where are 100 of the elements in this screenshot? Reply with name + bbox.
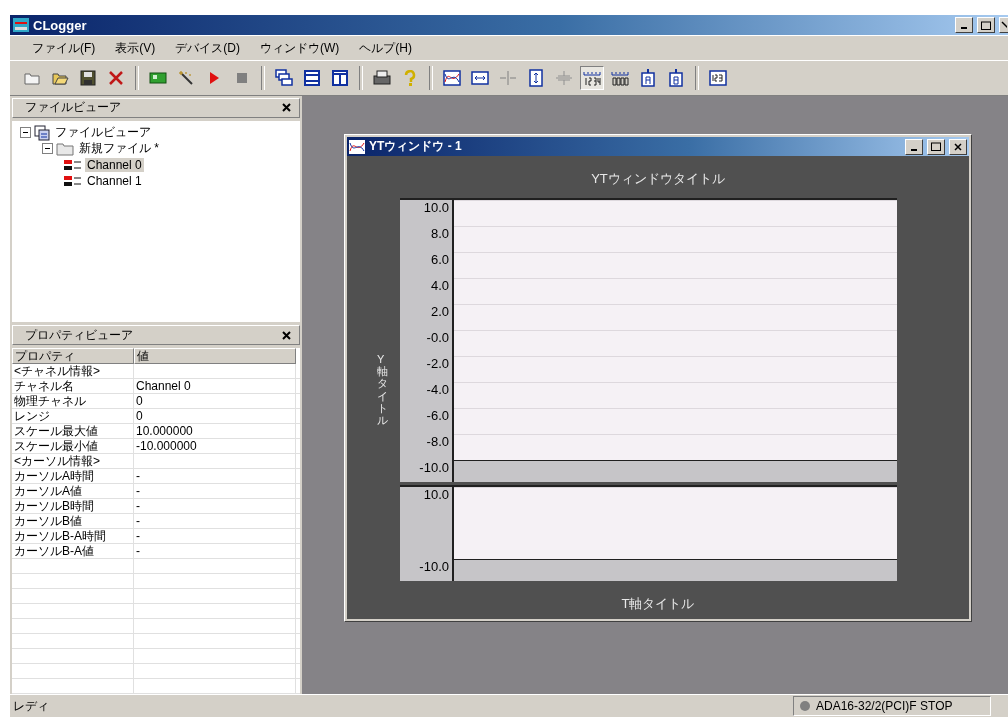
channel-icon	[64, 174, 82, 187]
table-cell: -	[134, 469, 296, 483]
menu-item[interactable]: ヘルプ(H)	[351, 37, 420, 59]
play-icon	[207, 70, 221, 86]
collapse-toggle[interactable]	[20, 127, 31, 139]
save-icon	[80, 70, 96, 86]
help-icon	[403, 70, 417, 86]
table-cell: Channel 0	[134, 379, 296, 393]
close-icon	[954, 142, 962, 151]
tick-label: 2.0	[400, 304, 454, 330]
status-message: レディ	[12, 697, 50, 715]
vertical-arrows-icon	[528, 69, 544, 87]
table-cell: カーソルB時間	[12, 499, 134, 513]
close-icon[interactable]	[282, 103, 291, 113]
collapse-toggle[interactable]	[42, 143, 53, 155]
table-cell: チャネル名	[12, 379, 134, 393]
maximize-button[interactable]	[977, 17, 995, 33]
table-cell: -	[134, 544, 296, 558]
tree-item[interactable]: ファイルビューア	[53, 124, 153, 142]
tick-label: -6.0	[400, 408, 454, 434]
tick-label: -0.0	[400, 330, 454, 356]
channel-icon	[64, 158, 82, 171]
table-cell: 0	[134, 394, 296, 408]
minimize-button[interactable]	[955, 17, 973, 33]
status-dot	[800, 701, 810, 711]
maximize-button[interactable]	[927, 138, 945, 155]
numeric-display-icon	[709, 70, 727, 86]
menu-item[interactable]: 表示(V)	[107, 37, 164, 59]
zero-ruler-icon	[611, 70, 629, 86]
blank-page-icon	[23, 70, 41, 86]
tick-label: -2.0	[400, 356, 454, 382]
minimize-icon	[911, 148, 917, 151]
tick-label: -4.0	[400, 382, 454, 408]
cascade-windows-icon	[275, 69, 293, 87]
close-button[interactable]	[949, 138, 967, 155]
table-cell: -	[134, 514, 296, 528]
table-cell: -	[134, 529, 296, 543]
tree-item[interactable]: 新規ファイル *	[77, 140, 161, 158]
folder-icon	[56, 141, 74, 156]
close-icon[interactable]	[282, 330, 291, 340]
digit-ruler-button[interactable]	[580, 66, 604, 90]
column-header[interactable]: 値	[134, 348, 296, 364]
tick-label: 4.0	[400, 278, 454, 304]
app-icon	[13, 18, 29, 32]
table-cell: カーソルB-A時間	[12, 529, 134, 543]
maximize-icon	[981, 20, 991, 30]
menu-item[interactable]: ファイル(F)	[24, 37, 104, 59]
table-cell: <カーソル情報>	[12, 454, 134, 468]
tick-label: 8.0	[400, 226, 454, 252]
tick-label: -10.0	[400, 460, 454, 482]
waveform-icon	[349, 139, 365, 154]
table-cell: -10.000000	[134, 439, 296, 453]
table-cell: <チャネル情報>	[12, 364, 134, 378]
maximize-icon	[931, 142, 941, 151]
table-cell: スケール最小値	[12, 439, 134, 453]
table-cell: 物理チャネル	[12, 394, 134, 408]
tick-label: 10.0	[400, 487, 454, 559]
menu-item[interactable]: ウィンドウ(W)	[252, 37, 348, 59]
horizontal-arrows-icon	[471, 70, 489, 86]
panel-title: プロパティビューア	[25, 326, 133, 344]
table-cell: 10.000000	[134, 424, 296, 438]
cursor-a-icon	[641, 69, 655, 87]
table-cell: カーソルB値	[12, 514, 134, 528]
menu-item[interactable]: デバイス(D)	[167, 37, 248, 59]
table-cell: レンジ	[12, 409, 134, 423]
magic-wand-icon	[178, 70, 194, 86]
panel-title: ファイルビューア	[25, 99, 121, 117]
tree-item[interactable]: Channel 1	[85, 173, 144, 188]
vertical-tile-icon	[332, 70, 348, 86]
vertical-shrink-icon	[555, 70, 573, 86]
stop-icon	[235, 71, 249, 85]
axis-title: T軸タイトル	[621, 595, 695, 613]
print-icon	[373, 70, 391, 86]
tick-label: 6.0	[400, 252, 454, 278]
cursor-b-icon	[669, 69, 683, 87]
column-header[interactable]: プロパティ	[12, 348, 134, 364]
minimize-button[interactable]	[905, 138, 923, 155]
close-button[interactable]	[999, 17, 1008, 33]
tick-label: 10.0	[400, 200, 454, 226]
table-cell: カーソルB-A値	[12, 544, 134, 558]
tick-label: -8.0	[400, 434, 454, 460]
chart-title: YTウィンドウタイトル	[591, 170, 725, 188]
horizontal-shrink-icon	[499, 70, 517, 86]
table-cell: カーソルA値	[12, 484, 134, 498]
digit-ruler-icon	[583, 70, 601, 86]
stacked-windows-icon	[34, 124, 50, 141]
close-icon	[1001, 21, 1007, 29]
x-mark-icon	[108, 70, 124, 86]
table-cell: -	[134, 484, 296, 498]
window-title: YTウィンドウ - 1	[369, 138, 463, 155]
folder-icon	[51, 70, 69, 86]
minimize-icon	[961, 27, 967, 29]
tick-label: -10.0	[400, 559, 454, 581]
table-cell: スケール最大値	[12, 424, 134, 438]
table-cell: -	[134, 499, 296, 513]
tree-item[interactable]: Channel 0	[85, 157, 144, 172]
table-cell: カーソルA時間	[12, 469, 134, 483]
axis-title: Y軸タイトル	[377, 353, 388, 426]
waveform-icon	[443, 70, 461, 86]
device-status: ADA16-32/2(PCI)F STOP	[816, 699, 953, 713]
